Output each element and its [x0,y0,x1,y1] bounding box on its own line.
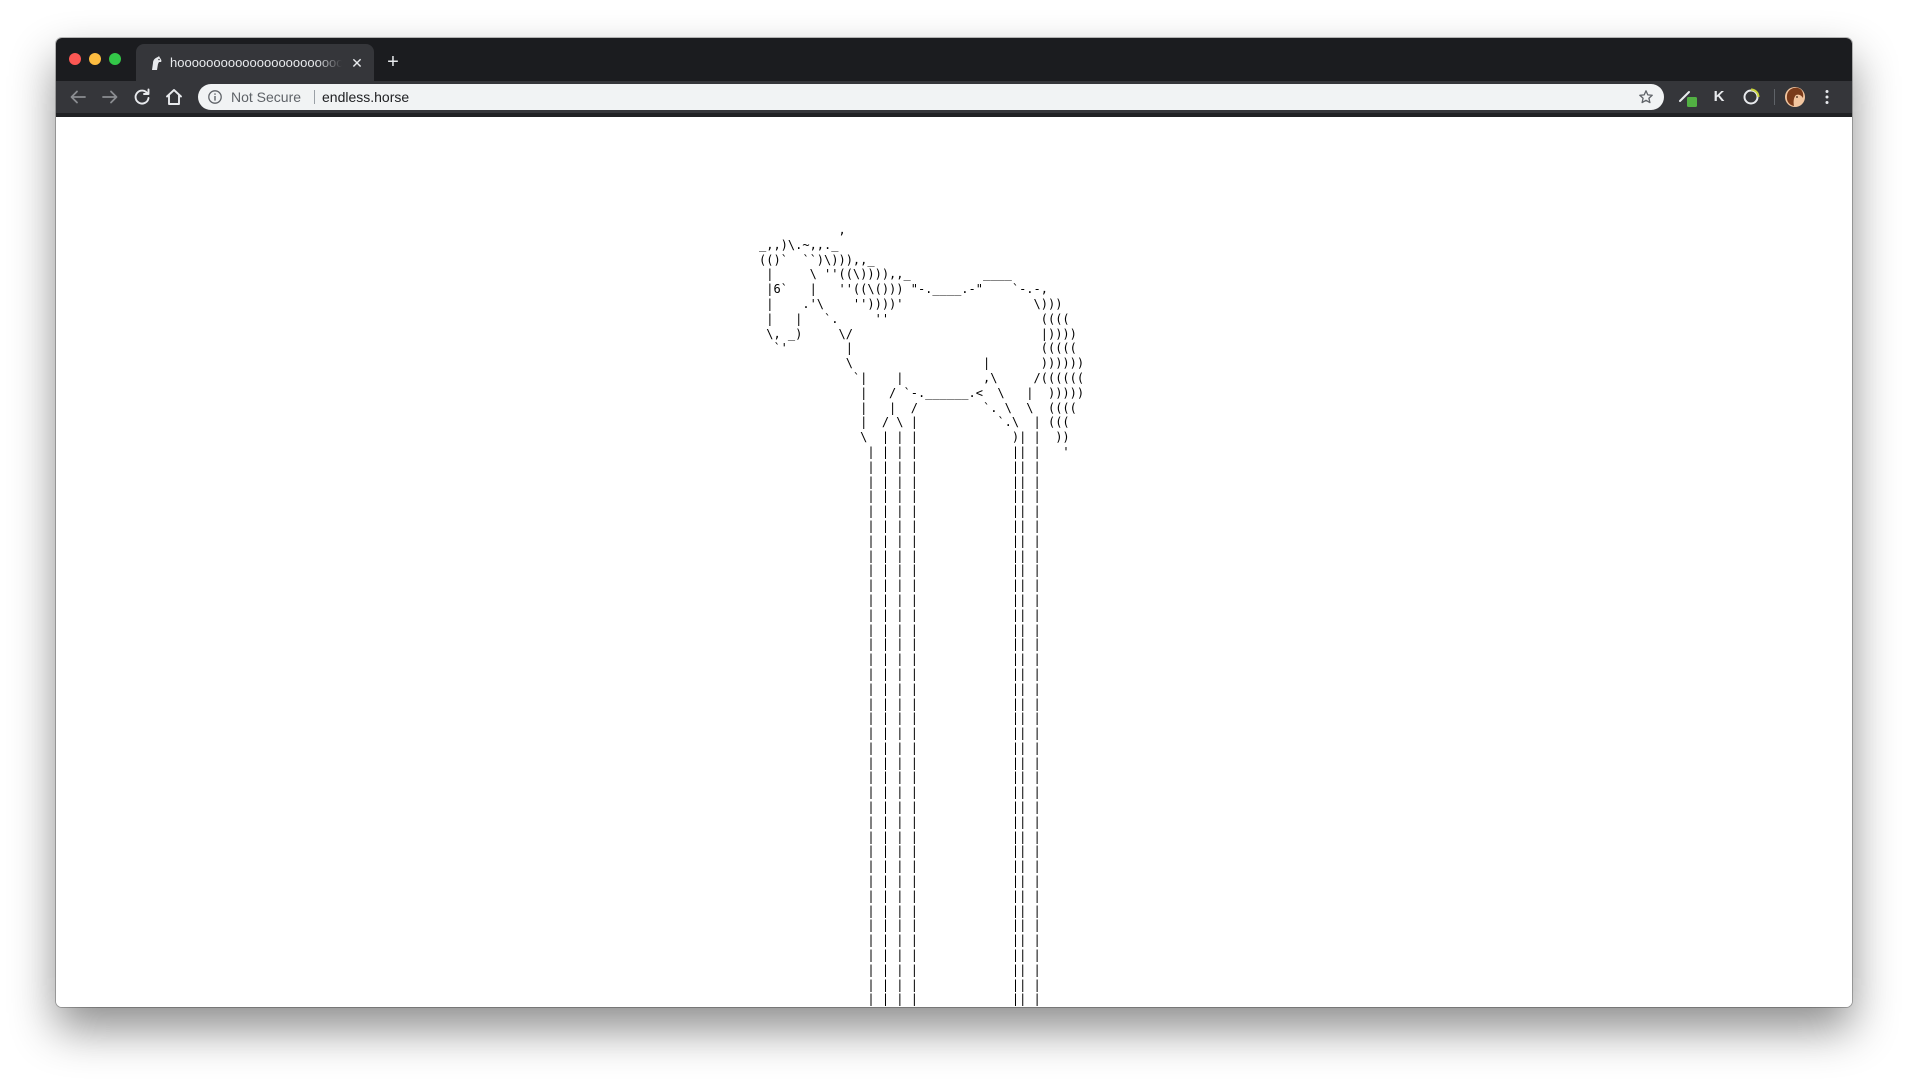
info-circle-icon[interactable] [207,89,223,105]
window-minimize-button[interactable] [89,53,101,65]
circle-refresh-extension-icon[interactable] [1740,86,1762,108]
star-icon[interactable] [1638,89,1654,105]
k-extension-icon[interactable]: K [1708,86,1730,108]
tab-active[interactable]: hooooooooooooooooooooooooooooooooooooooo… [136,44,374,81]
horse-ascii-art: , _,,)\.~,,._ (()` ``)\))),,_ | \ ''((\)… [759,223,1084,1007]
arrow-left-icon[interactable] [66,85,90,109]
horse-head-icon [148,55,164,71]
tab-title: hooooooooooooooooooooooooooooooooooooooo… [170,55,342,70]
window-close-button[interactable] [69,53,81,65]
horse-body: , _,,)\.~,,._ (()` ``)\))),,_ | \ ''((\)… [759,223,1085,459]
screen: hooooooooooooooooooooooooooooooooooooooo… [0,0,1907,1081]
address-bar[interactable]: Not Secure endless.horse [198,84,1664,110]
close-icon[interactable]: ✕ [348,54,366,72]
kebab-menu-icon[interactable] [1816,86,1838,108]
avatar-icon[interactable] [1784,86,1806,108]
url-text[interactable]: endless.horse [322,84,409,110]
window-maximize-button[interactable] [109,53,121,65]
home-icon[interactable] [162,85,186,109]
horse-legs: | | | | || | | | | | || | | | | | || | |… [867,459,1041,1007]
plus-icon[interactable]: + [382,51,404,73]
pen-extension-icon[interactable] [1676,86,1698,108]
page-viewport[interactable]: , _,,)\.~,,._ (()` ``)\))),,_ | \ ''((\)… [56,117,1852,1007]
toolbar-divider [1774,89,1775,105]
omnibox-divider [314,90,315,104]
toolbar: Not Secure endless.horse K [56,81,1852,113]
arrow-right-icon[interactable] [98,85,122,109]
reload-icon[interactable] [130,85,154,109]
security-indicator[interactable]: Not Secure [231,84,301,110]
browser-window: hooooooooooooooooooooooooooooooooooooooo… [56,38,1852,1007]
tab-strip: hooooooooooooooooooooooooooooooooooooooo… [56,38,1852,81]
